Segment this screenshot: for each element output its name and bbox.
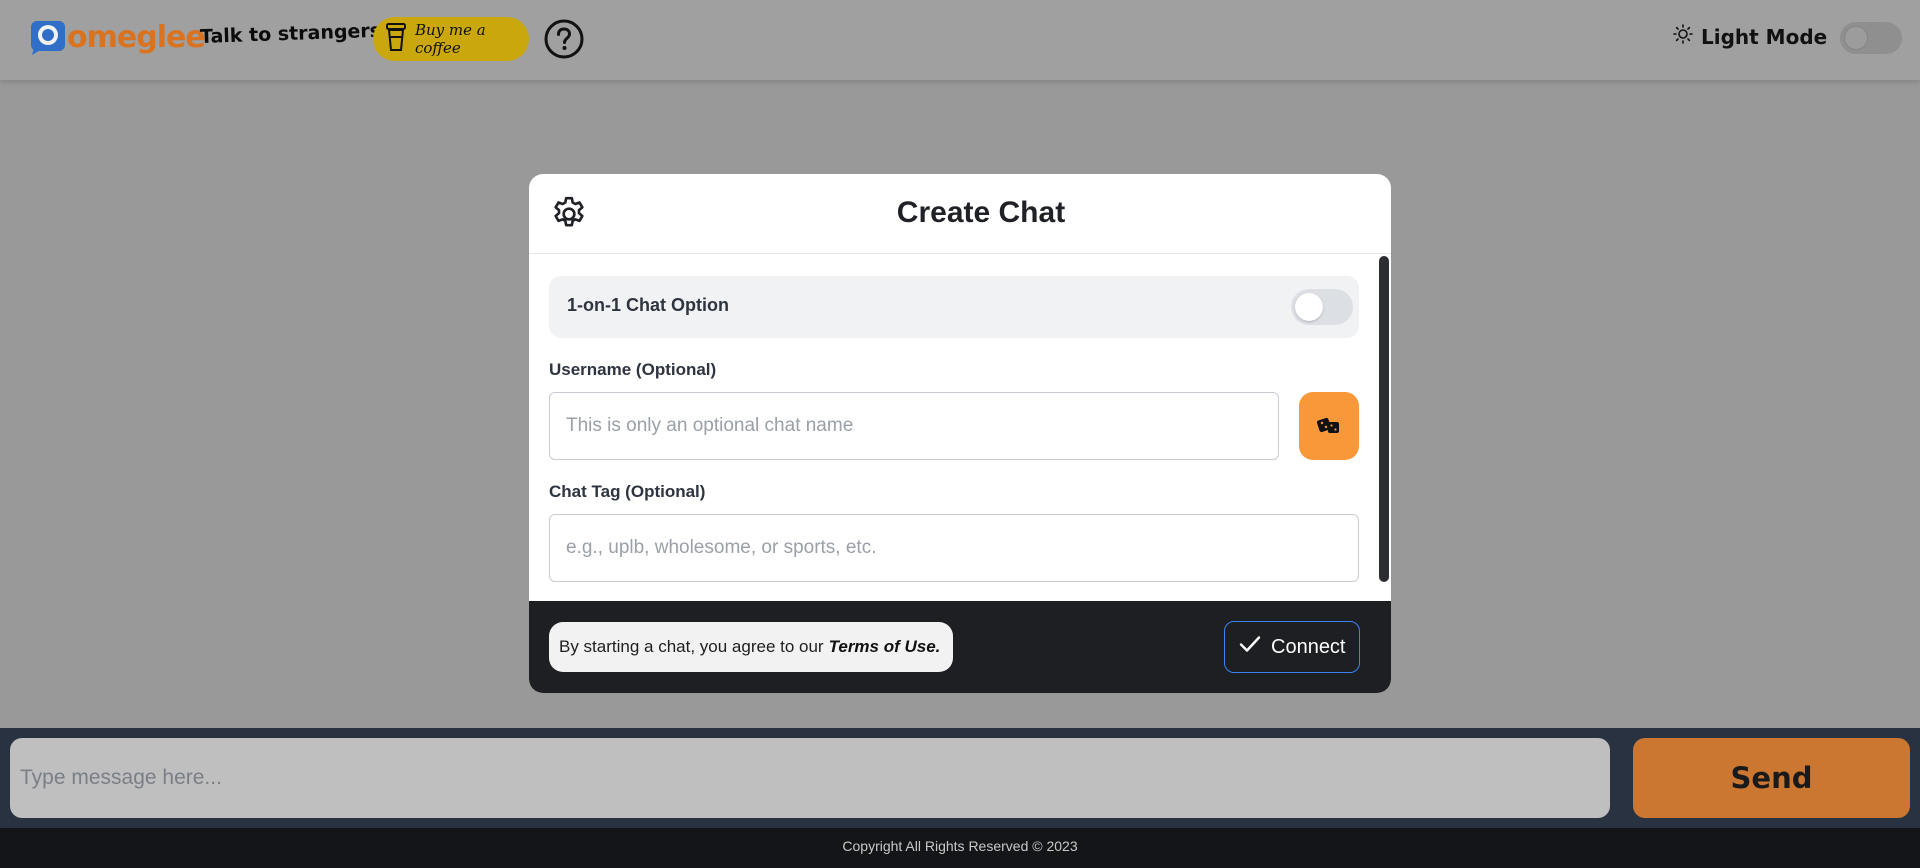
buy-me-a-coffee-button[interactable]: Buy me a coffee [373, 17, 529, 61]
logo-text: omeglee [67, 20, 206, 55]
message-input[interactable] [10, 738, 1610, 818]
theme-toggle[interactable] [1840, 22, 1902, 54]
chat-bubble-icon [30, 20, 66, 56]
terms-notice: By starting a chat, you agree to our Ter… [549, 622, 953, 672]
create-chat-modal: Create Chat 1-on-1 Chat Option Username … [529, 174, 1391, 693]
chat-option-toggle-knob [1295, 293, 1323, 321]
question-circle-icon[interactable] [544, 19, 584, 59]
terms-text: By starting a chat, you agree to our [559, 637, 824, 656]
send-button[interactable]: Send [1633, 738, 1910, 818]
check-icon [1239, 635, 1261, 659]
sun-icon [1673, 24, 1693, 49]
terms-of-use-link[interactable]: Terms of Use. [829, 637, 941, 657]
username-input[interactable] [549, 392, 1279, 460]
theme-toggle-knob [1844, 26, 1868, 50]
light-mode-label-group: Light Mode [1673, 24, 1827, 49]
top-header: omeglee Talk to strangers! Buy me a coff… [0, 0, 1920, 80]
random-username-button[interactable] [1299, 392, 1359, 460]
chat-option-row: 1-on-1 Chat Option [549, 276, 1359, 338]
modal-scrollbar[interactable] [1379, 256, 1389, 582]
light-mode-label: Light Mode [1701, 24, 1828, 49]
dice-icon [1316, 414, 1342, 439]
coffee-cup-icon [385, 22, 407, 57]
chat-option-label: 1-on-1 Chat Option [567, 295, 729, 315]
modal-footer: By starting a chat, you agree to our Ter… [529, 601, 1391, 693]
modal-header: Create Chat [529, 174, 1391, 254]
username-label: Username (Optional) [549, 360, 717, 379]
connect-button[interactable]: Connect [1224, 621, 1360, 673]
message-composer: Send [0, 728, 1920, 828]
chat-option-toggle[interactable] [1291, 289, 1353, 325]
modal-title: Create Chat [896, 196, 1066, 229]
coffee-label: Buy me a coffee [415, 21, 486, 57]
logo[interactable]: omeglee [30, 20, 206, 56]
connect-label: Connect [1271, 635, 1346, 658]
chat-tag-input[interactable] [549, 514, 1359, 582]
tagline: Talk to strangers! [199, 19, 391, 48]
copyright-footer: Copyright All Rights Reserved © 2023 [0, 828, 1920, 868]
chat-tag-label: Chat Tag (Optional) [549, 482, 706, 501]
